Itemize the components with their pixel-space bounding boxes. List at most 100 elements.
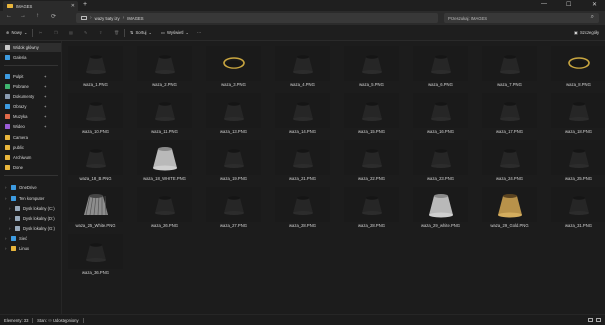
sidebar-item[interactable]: Muzyka ✦ bbox=[0, 112, 61, 121]
toolbar-divider bbox=[124, 29, 125, 37]
sort-button[interactable]: ⇅ Sortuj ⌄ bbox=[130, 30, 152, 35]
sidebar-item[interactable]: Wideo ✦ bbox=[0, 122, 61, 131]
file-item[interactable]: waza_8.PNG bbox=[548, 44, 605, 89]
paste-icon[interactable]: ▤ bbox=[69, 30, 73, 35]
close-window-button[interactable]: ✕ bbox=[592, 1, 597, 8]
file-item[interactable]: waza_16.PNG bbox=[410, 91, 471, 136]
cut-icon[interactable]: ✂ bbox=[39, 30, 43, 35]
file-thumbnail bbox=[413, 140, 468, 175]
sidebar-item[interactable]: › Dysk lokalny (G:) bbox=[0, 224, 61, 233]
file-item[interactable]: waza_25_White.PNG bbox=[65, 185, 126, 230]
close-tab-icon[interactable]: ✕ bbox=[71, 3, 75, 9]
details-pane-button[interactable]: ▣ Szczegóły bbox=[574, 30, 599, 35]
sidebar-item-label: Camera bbox=[13, 135, 28, 140]
file-item[interactable]: waza_36.PNG bbox=[65, 232, 126, 277]
search-icon[interactable]: ⌕ bbox=[591, 14, 594, 21]
file-item[interactable]: waza_28.PNG bbox=[272, 185, 333, 230]
back-icon[interactable]: ← bbox=[6, 13, 12, 19]
file-name: waza_31.PNG bbox=[565, 223, 592, 228]
file-item[interactable]: waza_2.PNG bbox=[134, 44, 195, 89]
file-item[interactable]: waza_14.PNG bbox=[272, 91, 333, 136]
sidebar-item[interactable]: Done bbox=[0, 163, 61, 172]
sidebar-item-label: Done bbox=[13, 165, 24, 170]
share-icon[interactable]: ⇪ bbox=[99, 30, 103, 35]
rename-icon[interactable]: ✎ bbox=[84, 30, 88, 35]
file-item[interactable]: waza_10.PNG bbox=[65, 91, 126, 136]
file-item[interactable]: waza_5.PNG bbox=[341, 44, 402, 89]
sidebar-item[interactable]: Galeria bbox=[0, 53, 61, 62]
file-item[interactable]: waza_7.PNG bbox=[479, 44, 540, 89]
new-tab-button[interactable]: + bbox=[83, 1, 87, 8]
sidebar-item[interactable]: Camera bbox=[0, 133, 61, 142]
file-item[interactable]: waza_23.PNG bbox=[410, 138, 471, 183]
sidebar-item[interactable]: › Dysk lokalny (D:) bbox=[0, 214, 61, 223]
tiles-view-icon[interactable] bbox=[596, 318, 601, 322]
network-icon bbox=[11, 236, 16, 241]
sidebar-item[interactable]: › OneDrive bbox=[0, 183, 61, 192]
file-item[interactable]: waza_11.PNG bbox=[134, 91, 195, 136]
up-icon[interactable]: ↑ bbox=[36, 13, 39, 19]
file-item[interactable]: waza_15.PNG bbox=[341, 91, 402, 136]
file-name: waza_26.PNG bbox=[151, 223, 178, 228]
chevron-right-icon[interactable]: › bbox=[5, 185, 8, 190]
chevron-right-icon[interactable]: › bbox=[5, 236, 8, 241]
sidebar-item[interactable]: public bbox=[0, 143, 61, 152]
tab-images[interactable]: IMAGES ✕ bbox=[3, 1, 78, 11]
file-item[interactable]: waza_1.PNG bbox=[65, 44, 126, 89]
sidebar-item[interactable]: › Dysk lokalny (C:) bbox=[0, 204, 61, 213]
file-item[interactable]: waza_19.PNG bbox=[203, 138, 264, 183]
chevron-right-icon[interactable]: › bbox=[5, 246, 8, 251]
file-item[interactable]: waza_3.PNG bbox=[203, 44, 264, 89]
file-item[interactable]: waza_25.PNG bbox=[548, 138, 605, 183]
details-icon: ▣ bbox=[574, 30, 578, 35]
file-thumbnail bbox=[275, 46, 330, 81]
file-item[interactable]: waza_4.PNG bbox=[272, 44, 333, 89]
file-item[interactable]: waza_18_WHITE.PNG bbox=[134, 138, 195, 183]
sidebar-item[interactable]: Pulpit ✦ bbox=[0, 72, 61, 81]
file-item[interactable]: waza_27.PNG bbox=[203, 185, 264, 230]
refresh-icon[interactable]: ⟳ bbox=[51, 13, 56, 20]
sidebar-item[interactable]: Archiwum bbox=[0, 153, 61, 162]
copy-icon[interactable]: ❐ bbox=[54, 30, 58, 35]
file-item[interactable]: waza_24.PNG bbox=[479, 138, 540, 183]
chevron-right-icon[interactable]: › bbox=[9, 216, 12, 221]
address-bar[interactable]: › wazy 5aty izy › IMAGES bbox=[76, 13, 438, 23]
file-item[interactable]: waza_29_Gold.PNG bbox=[479, 185, 540, 230]
file-item[interactable]: waza_29_white.PNG bbox=[410, 185, 471, 230]
file-item[interactable]: waza_18.PNG bbox=[548, 91, 605, 136]
search-input[interactable]: Przeszukaj: IMAGES ⌕ bbox=[444, 13, 599, 23]
sidebar-item[interactable]: › Sieć bbox=[0, 234, 61, 243]
sidebar-item[interactable]: Widok główny bbox=[0, 43, 61, 52]
file-name: waza_27.PNG bbox=[220, 223, 247, 228]
details-view-icon[interactable] bbox=[588, 318, 593, 322]
delete-icon[interactable]: 🗑 bbox=[114, 30, 119, 36]
file-item[interactable]: waza_13.PNG bbox=[203, 91, 264, 136]
chevron-right-icon[interactable]: › bbox=[9, 226, 12, 231]
file-item[interactable]: waza_17.PNG bbox=[479, 91, 540, 136]
sidebar-item[interactable]: Obrazy ✦ bbox=[0, 102, 61, 111]
file-thumbnail bbox=[482, 140, 537, 175]
new-button[interactable]: ⊕ Nowy ⌄ bbox=[6, 30, 28, 35]
address-row: ← → ↑ ⟳ › wazy 5aty izy › IMAGES Przeszu… bbox=[0, 11, 605, 25]
sidebar-item[interactable]: Dokumenty ✦ bbox=[0, 92, 61, 101]
view-button[interactable]: ▭ Wyświetl ⌄ bbox=[161, 30, 189, 35]
chevron-right-icon[interactable]: › bbox=[5, 196, 8, 201]
maximize-button[interactable]: ☐ bbox=[566, 1, 571, 8]
pin-icon: ✦ bbox=[43, 124, 47, 129]
breadcrumb-item[interactable]: wazy 5aty izy bbox=[95, 16, 120, 21]
file-item[interactable]: waza_21.PNG bbox=[272, 138, 333, 183]
file-item[interactable]: waza_28.PNG bbox=[341, 185, 402, 230]
file-item[interactable]: waza_18_B.PNG bbox=[65, 138, 126, 183]
sidebar-item[interactable]: Pobrane ✦ bbox=[0, 82, 61, 91]
file-item[interactable]: waza_22.PNG bbox=[341, 138, 402, 183]
forward-icon[interactable]: → bbox=[20, 13, 26, 19]
file-item[interactable]: waza_31.PNG bbox=[548, 185, 605, 230]
minimize-button[interactable]: — bbox=[541, 1, 547, 7]
file-item[interactable]: waza_6.PNG bbox=[410, 44, 471, 89]
more-options-button[interactable]: ··· bbox=[197, 30, 201, 35]
breadcrumb-item[interactable]: IMAGES bbox=[127, 16, 143, 21]
chevron-right-icon[interactable]: › bbox=[9, 206, 12, 211]
sidebar-item[interactable]: › Ten komputer bbox=[0, 194, 61, 203]
sidebar-item[interactable]: › Linux bbox=[0, 244, 61, 253]
file-item[interactable]: waza_26.PNG bbox=[134, 185, 195, 230]
